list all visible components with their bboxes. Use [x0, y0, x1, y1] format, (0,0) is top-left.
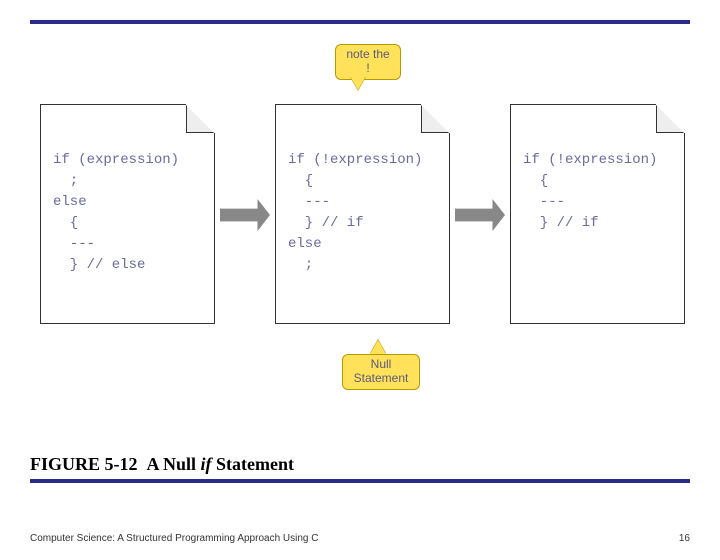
callout-note-the-bang: note the !	[335, 44, 401, 80]
footer: Computer Science: A Structured Programmi…	[30, 533, 690, 544]
figure-area: note the ! if (expression) ; else { --- …	[30, 44, 690, 444]
callout-null-statement: Null Statement	[342, 354, 420, 390]
code-text: if (expression) ; else { --- } // else	[53, 150, 179, 276]
arrow-right-icon	[220, 199, 270, 231]
callout-tail-icon	[350, 76, 366, 90]
code-text: if (!expression) { --- } // if	[523, 150, 657, 234]
code-snippet-c: if (!expression) { --- } // if	[510, 104, 685, 324]
arrow-right-icon	[455, 199, 505, 231]
callout-tail-icon	[370, 340, 386, 354]
code-text: if (!expression) { --- } // if else ;	[288, 150, 422, 276]
figure-title-pre: A Null	[147, 454, 201, 474]
code-snippet-a: if (expression) ; else { --- } // else	[40, 104, 215, 324]
page-number: 16	[679, 533, 690, 544]
figure-label: FIGURE 5-12	[30, 454, 138, 474]
figure-title-ital: if	[201, 454, 212, 474]
footer-text: Computer Science: A Structured Programmi…	[30, 533, 318, 544]
code-snippet-b: if (!expression) { --- } // if else ;	[275, 104, 450, 324]
figure-caption: FIGURE 5-12 A Null if Statement	[30, 454, 690, 479]
caption-rule	[30, 479, 690, 483]
top-rule	[30, 20, 690, 24]
figure-title-post: Statement	[212, 454, 294, 474]
